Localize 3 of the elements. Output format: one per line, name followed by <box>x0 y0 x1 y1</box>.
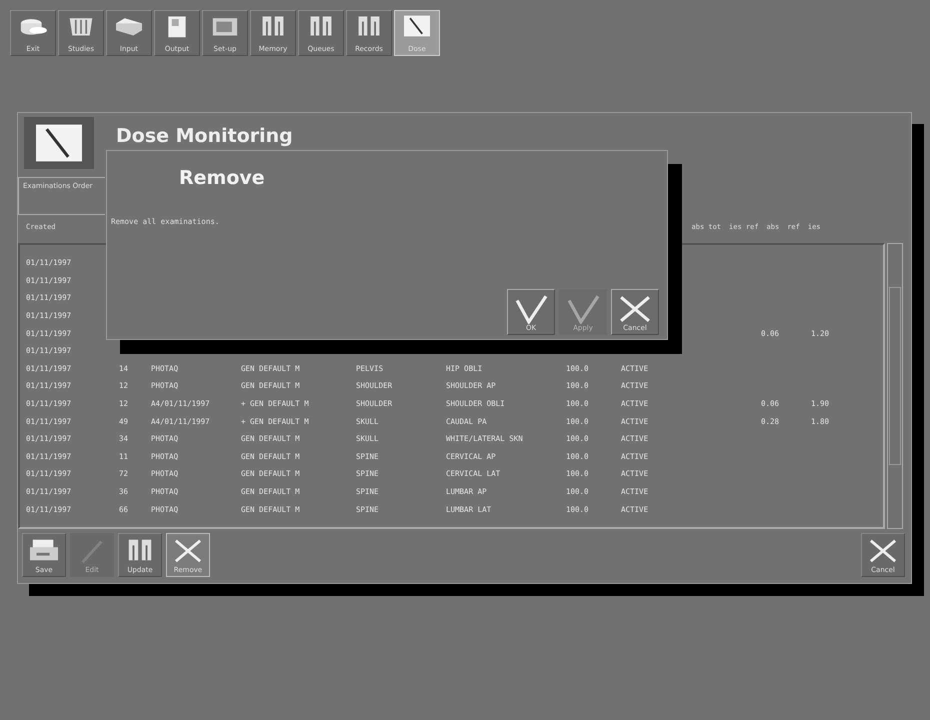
panel-title: Dose Monitoring <box>116 124 293 147</box>
dialog-title: Remove <box>178 166 265 191</box>
scroll-bar[interactable] <box>887 243 903 529</box>
